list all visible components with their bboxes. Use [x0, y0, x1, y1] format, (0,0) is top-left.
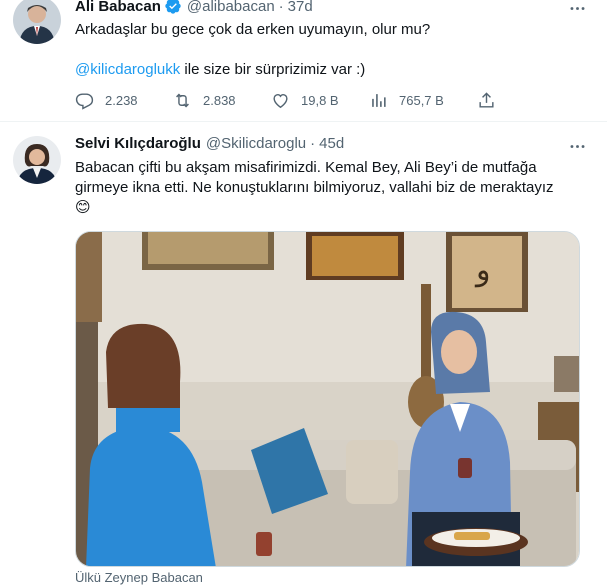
tweet-photo[interactable]: و	[75, 231, 580, 567]
emoji-smile: 😊	[75, 199, 91, 216]
retweet-button[interactable]: 2.838	[173, 91, 271, 110]
timestamp[interactable]: 45d	[319, 135, 344, 152]
reply-count: 2.238	[105, 93, 138, 108]
author-name[interactable]: Ali Babacan	[75, 0, 161, 15]
share-button[interactable]	[477, 91, 496, 110]
tweet-selvi-kilicdaroglu[interactable]: Selvi Kılıçdaroğlu @Skilicdaroglu · 45d …	[0, 122, 607, 587]
reply-button[interactable]: 2.238	[75, 91, 173, 110]
author-handle[interactable]: @alibabacan	[187, 0, 275, 15]
more-icon[interactable]	[567, 0, 587, 18]
tweet-actions: 2.238 2.838 19,8 B 765,7 B	[75, 91, 505, 110]
separator-dot: ·	[278, 0, 284, 15]
author-handle[interactable]: @Skilicdaroglu	[206, 135, 306, 152]
tweet-ali-babacan[interactable]: Ali Babacan @alibabacan · 37d Arkadaşlar…	[0, 0, 607, 122]
tweet-text-line-2: @kilicdaroglukk ile size bir sürprizimiz…	[75, 60, 585, 80]
more-icon[interactable]	[567, 136, 587, 156]
retweet-icon	[176, 93, 189, 108]
views-button[interactable]: 765,7 B	[369, 91, 477, 110]
like-icon	[273, 94, 288, 109]
views-icon	[372, 94, 386, 107]
tweet-body: Babacan çifti bu akşam misafirimizdi. Ke…	[75, 159, 554, 196]
author-name[interactable]: Selvi Kılıçdaroğlu	[75, 135, 201, 152]
photo-tag-caption[interactable]: Ülkü Zeynep Babacan	[75, 570, 203, 585]
reply-icon	[75, 93, 94, 110]
mention-link[interactable]: @kilicdaroglukk	[75, 61, 180, 78]
svg-text:و: و	[474, 253, 491, 288]
tweet-text-line-1: Arkadaşlar bu gece çok da erken uyumayın…	[75, 21, 431, 38]
tweet-text-rest: ile size bir sürprizimiz var :)	[180, 61, 366, 78]
tweet-text: Babacan çifti bu akşam misafirimizdi. Ke…	[75, 158, 585, 218]
share-icon	[479, 92, 494, 108]
verified-badge-icon	[164, 0, 182, 15]
view-count: 765,7 B	[399, 93, 444, 108]
like-button[interactable]: 19,8 B	[271, 91, 369, 110]
separator-dot: ·	[310, 135, 316, 152]
avatar[interactable]	[13, 136, 61, 184]
retweet-count: 2.838	[203, 93, 236, 108]
like-count: 19,8 B	[301, 93, 339, 108]
timestamp[interactable]: 37d	[288, 0, 313, 15]
avatar[interactable]	[13, 0, 61, 44]
